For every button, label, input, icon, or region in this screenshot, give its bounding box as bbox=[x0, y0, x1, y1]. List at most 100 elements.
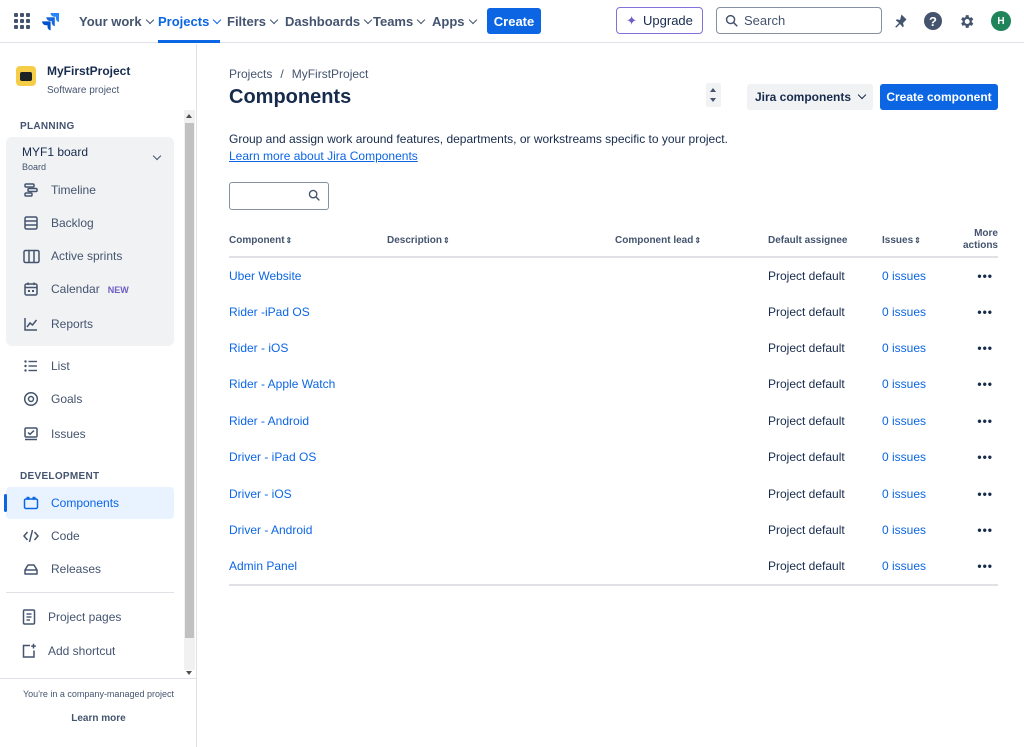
sidebar-divider bbox=[6, 592, 174, 593]
upgrade-label: Upgrade bbox=[643, 13, 693, 28]
sidebar-item-releases[interactable]: Releases bbox=[6, 553, 174, 585]
jira-logo-icon[interactable] bbox=[41, 11, 61, 31]
sidebar-item-active-sprints[interactable]: Active sprints bbox=[6, 240, 174, 272]
app-switcher-icon[interactable] bbox=[14, 13, 30, 29]
nav-dashboards[interactable]: Dashboards bbox=[285, 0, 373, 43]
description-cell bbox=[387, 366, 615, 402]
more-actions-icon[interactable]: ••• bbox=[962, 512, 998, 548]
resize-stepper[interactable] bbox=[706, 83, 721, 107]
sidebar-item-backlog[interactable]: Backlog bbox=[6, 207, 174, 239]
assignee-cell: Project default bbox=[768, 304, 845, 319]
more-actions-icon[interactable]: ••• bbox=[962, 293, 998, 329]
breadcrumb-project[interactable]: MyFirstProject bbox=[292, 67, 369, 81]
learn-more-components-link[interactable]: Learn more about Jira Components bbox=[229, 149, 418, 163]
more-actions-icon[interactable]: ••• bbox=[962, 330, 998, 366]
more-actions-icon[interactable]: ••• bbox=[962, 475, 998, 511]
components-icon bbox=[22, 494, 40, 512]
issues-link[interactable]: 0 issues bbox=[882, 269, 926, 283]
more-actions-icon[interactable]: ••• bbox=[962, 366, 998, 402]
nav-filters[interactable]: Filters bbox=[227, 0, 279, 43]
component-link[interactable]: Uber Website bbox=[229, 269, 301, 283]
create-button[interactable]: Create bbox=[487, 8, 541, 34]
issues-link[interactable]: 0 issues bbox=[882, 414, 926, 428]
component-link[interactable]: Rider -iPad OS bbox=[229, 305, 310, 319]
sidebar-item-issues[interactable]: Issues bbox=[6, 418, 174, 450]
nav-apps[interactable]: Apps bbox=[432, 0, 477, 43]
board-title[interactable]: MYF1 board bbox=[22, 145, 88, 159]
table-row: Rider -iPad OS Project default 0 issues … bbox=[229, 293, 998, 329]
nav-your-work-label: Your work bbox=[79, 14, 142, 29]
nav-projects[interactable]: Projects bbox=[158, 0, 222, 43]
scroll-up-arrow-icon[interactable] bbox=[186, 114, 192, 118]
reports-icon bbox=[22, 315, 40, 333]
chevron-down-icon bbox=[857, 90, 867, 100]
upgrade-button[interactable]: ✦ Upgrade bbox=[616, 7, 703, 34]
issues-link[interactable]: 0 issues bbox=[882, 377, 926, 391]
sidebar-item-add-shortcut[interactable]: Add shortcut bbox=[6, 635, 174, 667]
sidebar-item-list[interactable]: List bbox=[6, 350, 174, 382]
chevron-down-icon[interactable] bbox=[152, 151, 162, 161]
component-link[interactable]: Rider - Apple Watch bbox=[229, 377, 335, 391]
more-actions-icon[interactable]: ••• bbox=[962, 403, 998, 439]
sidebar-item-label: Calendar NEW bbox=[51, 282, 129, 296]
component-link[interactable]: Rider - iOS bbox=[229, 341, 288, 355]
sidebar-item-calendar[interactable]: Calendar NEW bbox=[6, 273, 174, 305]
nav-your-work[interactable]: Your work bbox=[79, 0, 154, 43]
issues-link[interactable]: 0 issues bbox=[882, 559, 926, 573]
search-input[interactable] bbox=[744, 13, 864, 28]
description-cell bbox=[387, 439, 615, 475]
calendar-label: Calendar bbox=[51, 282, 100, 296]
help-button[interactable]: ? bbox=[923, 11, 943, 31]
project-avatar-icon bbox=[16, 66, 36, 86]
search-box[interactable] bbox=[716, 7, 882, 34]
component-link[interactable]: Driver - iOS bbox=[229, 487, 292, 501]
issues-link[interactable]: 0 issues bbox=[882, 487, 926, 501]
column-header-lead[interactable]: Component lead⇕ bbox=[615, 224, 768, 258]
sidebar-item-goals[interactable]: Goals bbox=[6, 383, 174, 415]
column-header-component[interactable]: Component⇕ bbox=[229, 224, 387, 258]
more-actions-icon[interactable]: ••• bbox=[962, 439, 998, 475]
notifications-icon[interactable] bbox=[890, 11, 910, 31]
new-badge: NEW bbox=[107, 285, 129, 295]
user-avatar[interactable]: H bbox=[991, 11, 1011, 31]
component-link[interactable]: Admin Panel bbox=[229, 559, 297, 573]
sidebar-item-project-pages[interactable]: Project pages bbox=[6, 601, 174, 633]
component-filter[interactable] bbox=[229, 182, 329, 210]
sidebar-item-timeline[interactable]: Timeline bbox=[6, 174, 174, 206]
sidebar-item-label: List bbox=[51, 359, 70, 373]
component-link[interactable]: Driver - iPad OS bbox=[229, 450, 316, 464]
issues-link[interactable]: 0 issues bbox=[882, 450, 926, 464]
development-section-label: DEVELOPMENT bbox=[20, 471, 100, 482]
learn-more-link[interactable]: Learn more bbox=[0, 713, 197, 724]
create-component-button[interactable]: Create component bbox=[880, 84, 998, 110]
component-link[interactable]: Rider - Android bbox=[229, 414, 309, 428]
jira-components-dropdown[interactable]: Jira components bbox=[747, 84, 873, 110]
issues-link[interactable]: 0 issues bbox=[882, 341, 926, 355]
description-cell bbox=[387, 403, 615, 439]
more-actions-icon[interactable]: ••• bbox=[962, 257, 998, 293]
sidebar-scrollbar-thumb[interactable] bbox=[185, 123, 194, 638]
sidebar-item-code[interactable]: Code bbox=[6, 520, 174, 552]
assignee-cell: Project default bbox=[768, 450, 845, 465]
sidebar-item-components[interactable]: Components bbox=[4, 487, 174, 519]
column-header-description[interactable]: Description⇕ bbox=[387, 224, 615, 258]
top-navigation: Your work Projects Filters Dashboards Te… bbox=[0, 0, 1024, 43]
issues-link[interactable]: 0 issues bbox=[882, 523, 926, 537]
breadcrumb-separator: / bbox=[280, 67, 284, 81]
component-filter-input[interactable] bbox=[236, 188, 306, 204]
assignee-cell: Project default bbox=[768, 548, 882, 586]
breadcrumb-projects[interactable]: Projects bbox=[229, 67, 272, 81]
column-header-issues[interactable]: Issues⇕ bbox=[882, 224, 962, 258]
nav-teams-label: Teams bbox=[373, 14, 414, 29]
settings-gear-icon[interactable] bbox=[956, 11, 976, 31]
table-row: Rider - Android Project default 0 issues… bbox=[229, 403, 998, 439]
scroll-down-arrow-icon[interactable] bbox=[186, 671, 192, 675]
component-link[interactable]: Driver - Android bbox=[229, 523, 312, 537]
issues-link[interactable]: 0 issues bbox=[882, 305, 926, 319]
more-actions-icon[interactable]: ••• bbox=[962, 548, 998, 586]
sidebar-item-reports[interactable]: Reports bbox=[6, 308, 174, 340]
table-row: Driver - iPad OS Project default 0 issue… bbox=[229, 439, 998, 475]
chevron-down-icon bbox=[269, 15, 279, 24]
nav-teams[interactable]: Teams bbox=[373, 0, 426, 43]
description-cell bbox=[387, 293, 615, 329]
